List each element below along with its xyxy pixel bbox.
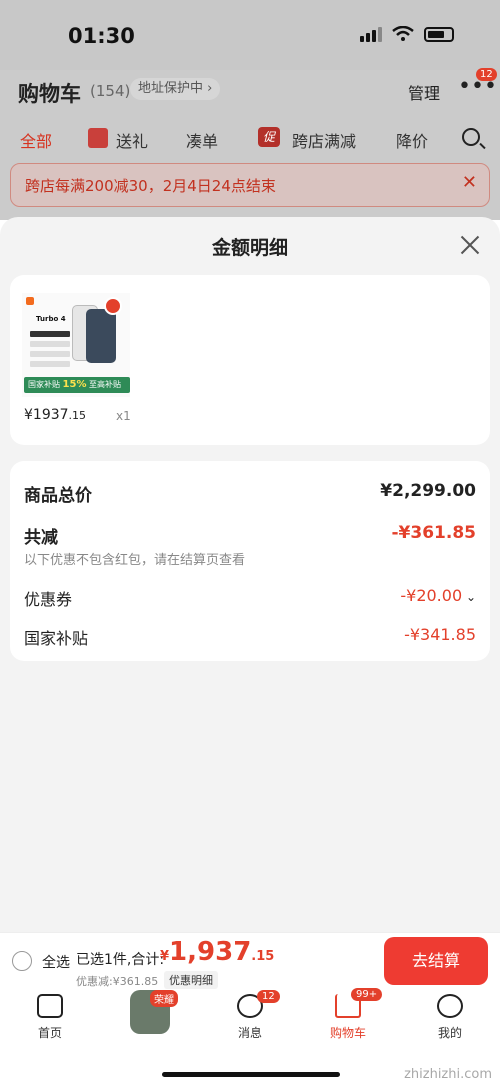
wifi-icon [392, 26, 414, 41]
selected-check-icon [104, 297, 122, 315]
product-model: Turbo 4 [36, 315, 66, 323]
gift-icon [88, 128, 108, 148]
chevron-down-icon: ⌄ [462, 590, 476, 604]
product-card[interactable]: Turbo 4 国家补贴 15% 至高补贴500元 ¥1937.15 x1 [10, 275, 490, 445]
filter-tabs: 全部 送礼 凑单 跨店满减 降价 [0, 126, 500, 156]
tab-all[interactable]: 全部 [20, 128, 52, 152]
tab-me-label: 我的 [437, 1026, 462, 1040]
page-title: 购物车 [18, 82, 81, 106]
home-indicator [162, 1072, 340, 1077]
spec-lines [30, 331, 70, 371]
total-price-label: 商品总价 [24, 486, 92, 506]
coupon-value[interactable]: -¥20.00 ⌄ [400, 586, 476, 605]
signal-icon [360, 26, 382, 42]
sheet-title: 金额明细 [211, 237, 288, 259]
amount-detail-sheet: 金额明细 Turbo 4 国家补贴 15% 至高补贴500元 ¥1937.15 … [0, 217, 500, 932]
discount-detail-button[interactable]: 优惠明细 [164, 971, 218, 989]
brand-logo-icon [26, 297, 34, 305]
user-icon [437, 994, 463, 1018]
phone-back-image [86, 309, 116, 363]
discount-amount: 优惠减:¥361.85 [76, 975, 159, 988]
promo-icon: 促 [258, 127, 280, 147]
reduction-note: 以下优惠不包含红包，请在结算页查看 [24, 553, 246, 568]
address-protection-pill[interactable]: 地址保护中 › [130, 78, 221, 100]
tab-cart-label: 购物车 [329, 1026, 366, 1040]
tab-bundle[interactable]: 凑单 [186, 128, 218, 152]
select-all-label[interactable]: 全选 [42, 952, 70, 972]
national-subsidy-value: -¥341.85 [404, 625, 476, 644]
close-icon[interactable] [458, 233, 482, 257]
promo-notice: 跨店每满200减30，2月4日24点结束 ✕ [10, 163, 490, 207]
product-quantity: x1 [116, 409, 131, 423]
cart-icon: 99+ [335, 988, 383, 1018]
cart-header: 购物车 (154) 地址保护中 › 管理 ••• 12 全部 送礼 凑单 跨店满… [0, 68, 500, 220]
total-reduction-label: 共减 [24, 528, 58, 548]
watch-badge: 荣耀 [150, 990, 178, 1007]
subsidy-banner: 国家补贴 15% 至高补贴500元 [24, 377, 130, 405]
product-image: Turbo 4 国家补贴 15% 至高补贴500元 [22, 293, 130, 405]
tab-messages-label: 消息 [237, 1026, 262, 1040]
messages-badge: 12 [257, 990, 280, 1003]
cart-badge: 99+ [351, 988, 383, 1001]
tab-home[interactable]: 首页 [10, 994, 90, 1041]
manage-button[interactable]: 管理 [408, 80, 440, 104]
message-icon: 12 [237, 990, 280, 1018]
status-time: 01:30 [68, 24, 135, 48]
select-all-checkbox[interactable] [12, 951, 32, 971]
tab-messages[interactable]: 12 消息 [210, 990, 290, 1041]
bottom-tab-bar: 首页 荣耀 12 消息 99+ 购物车 我的 zhizhizhi.com [0, 988, 500, 1086]
national-subsidy-label: 国家补贴 [24, 629, 89, 648]
selection-summary: 已选1件,合计: [76, 952, 165, 968]
product-price: ¥1937.15 [24, 407, 87, 423]
tab-me[interactable]: 我的 [410, 994, 490, 1041]
search-icon[interactable] [462, 128, 480, 146]
coupon-label: 优惠券 [24, 590, 73, 609]
price-breakdown: 商品总价 ¥2,299.00 共减 -¥361.85 以下优惠不包含红包，请在结… [10, 461, 490, 661]
close-icon[interactable]: ✕ [462, 172, 477, 193]
tab-cross-store-discount[interactable]: 跨店满减 [292, 128, 356, 152]
cart-count: (154) [90, 82, 131, 100]
total-amount: ¥1,937.15 [160, 937, 275, 967]
checkout-button[interactable]: 去结算 [384, 937, 488, 985]
tab-gift[interactable]: 送礼 [116, 128, 148, 152]
tab-home-label: 首页 [37, 1026, 62, 1040]
watermark: zhizhizhi.com [404, 1067, 492, 1082]
home-icon [37, 994, 63, 1018]
total-reduction-value: -¥361.85 [391, 523, 477, 543]
total-price-value: ¥2,299.00 [380, 481, 476, 501]
battery-icon [424, 26, 454, 42]
tab-cart[interactable]: 99+ 购物车 [308, 988, 388, 1041]
checkout-bar: 全选 已选1件,合计: ¥1,937.15 优惠减:¥361.85 优惠明细 去… [0, 932, 500, 989]
notice-text: 跨店每满200减30，2月4日24点结束 [25, 177, 276, 195]
tab-price-drop[interactable]: 降价 [396, 128, 428, 152]
more-badge: 12 [476, 68, 497, 81]
status-icons [360, 26, 454, 42]
status-bar: 01:30 [0, 0, 500, 70]
